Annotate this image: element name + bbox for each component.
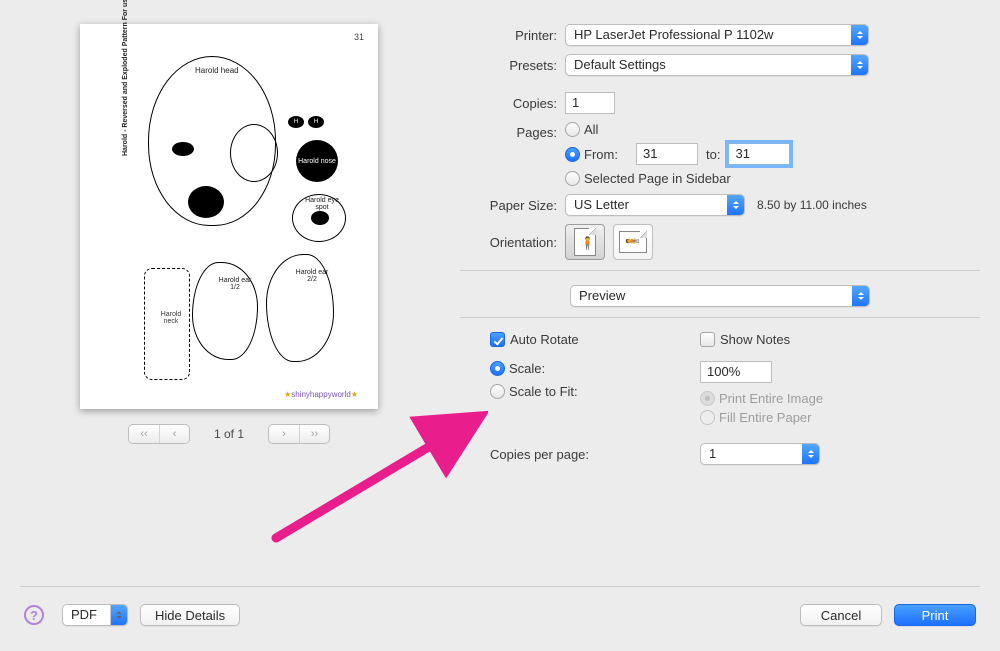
help-button[interactable]: ? bbox=[24, 605, 44, 625]
shape-h2: H bbox=[308, 116, 324, 128]
next-page-button[interactable]: › bbox=[269, 425, 299, 443]
printer-label: Printer: bbox=[460, 28, 565, 43]
presets-select[interactable]: Default Settings bbox=[565, 54, 869, 76]
copies-per-page-label: Copies per page: bbox=[490, 447, 700, 462]
copies-input[interactable]: 1 bbox=[565, 92, 615, 114]
show-notes-checkbox[interactable] bbox=[700, 332, 715, 347]
orientation-landscape[interactable]: 🧍 bbox=[613, 224, 653, 260]
shape-eye-spot: Harold eye spot bbox=[292, 194, 346, 242]
presets-label: Presets: bbox=[460, 58, 565, 73]
shape-mouth bbox=[188, 186, 224, 218]
pattern-title: Harold - Reversed and Exploded Pattern F… bbox=[122, 0, 129, 156]
person-rotated-icon: 🧍 bbox=[625, 234, 639, 249]
orientation-portrait[interactable]: 🧍 bbox=[565, 224, 605, 260]
paper-dimensions: 8.50 by 11.00 inches bbox=[757, 198, 867, 212]
pages-label: Pages: bbox=[460, 122, 565, 140]
shape-eye bbox=[172, 142, 194, 156]
scale-input[interactable]: 100% bbox=[700, 361, 772, 383]
page-from-input[interactable]: 31 bbox=[636, 143, 698, 165]
page-preview: 31 Harold head H H Harold nose Harold ey… bbox=[80, 24, 378, 409]
page-counter: 1 of 1 bbox=[196, 427, 262, 441]
selected-page-radio[interactable] bbox=[565, 171, 580, 186]
shape-ear-left: Harold ear 1/2 bbox=[192, 262, 258, 360]
printer-select[interactable]: HP LaserJet Professional P 1102w bbox=[565, 24, 869, 46]
shape-ring bbox=[230, 124, 278, 182]
hide-details-button[interactable]: Hide Details bbox=[140, 604, 240, 626]
print-entire-radio bbox=[700, 391, 715, 406]
paper-size-label: Paper Size: bbox=[460, 198, 565, 213]
cancel-button[interactable]: Cancel bbox=[800, 604, 882, 626]
paper-size-select[interactable]: US Letter bbox=[565, 194, 745, 216]
pdf-menu[interactable]: PDF bbox=[62, 604, 128, 626]
preview-credit: ★shinyhappyworld★ bbox=[284, 390, 358, 399]
fill-entire-radio bbox=[700, 410, 715, 425]
shape-ear-right: Harold ear 2/2 bbox=[266, 254, 334, 362]
pages-all-radio[interactable] bbox=[565, 122, 580, 137]
auto-rotate-checkbox[interactable] bbox=[490, 332, 505, 347]
shape-nose: Harold nose bbox=[296, 140, 338, 182]
pages-from-radio[interactable] bbox=[565, 147, 580, 162]
page-to-input[interactable]: 31 bbox=[728, 143, 790, 165]
first-page-button[interactable]: ‹‹ bbox=[129, 425, 159, 443]
shape-neck: Harold neck bbox=[144, 268, 190, 380]
print-button[interactable]: Print bbox=[894, 604, 976, 626]
app-menu-select[interactable]: Preview bbox=[570, 285, 870, 307]
scale-radio[interactable] bbox=[490, 361, 505, 376]
shape-h1: H bbox=[288, 116, 304, 128]
preview-nav: ‹‹ ‹ 1 of 1 › ›› bbox=[80, 422, 378, 446]
preview-page-number: 31 bbox=[354, 32, 364, 42]
scale-to-fit-radio[interactable] bbox=[490, 384, 505, 399]
copies-label: Copies: bbox=[460, 96, 565, 111]
last-page-button[interactable]: ›› bbox=[299, 425, 329, 443]
person-icon: 🧍 bbox=[580, 236, 595, 250]
prev-page-button[interactable]: ‹ bbox=[159, 425, 189, 443]
orientation-label: Orientation: bbox=[460, 235, 565, 250]
copies-per-page-select[interactable]: 1 bbox=[700, 443, 820, 465]
